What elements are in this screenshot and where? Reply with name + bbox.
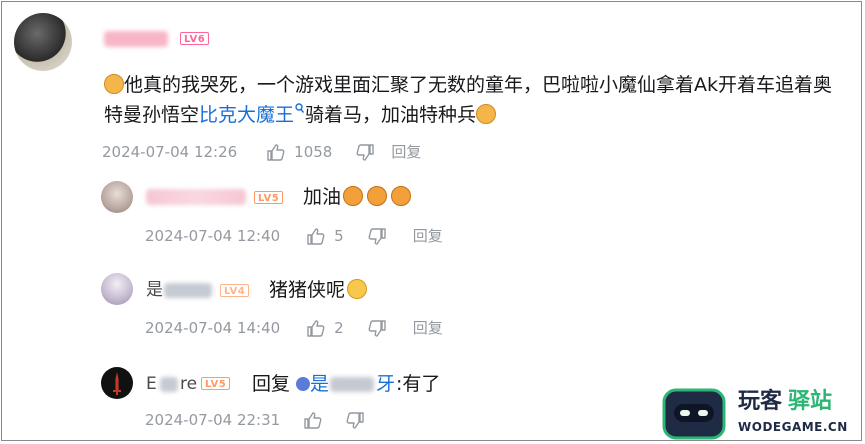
avatar[interactable]	[101, 181, 133, 213]
robot-logo-icon	[662, 388, 726, 440]
comment-meta: 2024-07-04 22:31	[145, 411, 364, 429]
level-badge: LV4	[220, 284, 250, 297]
watermark: 玩客 驿站 WODEGAME.CN	[660, 386, 860, 442]
username[interactable]	[104, 31, 168, 47]
comment-meta: 2024-07-04 14:40 2 回复	[145, 319, 443, 337]
reply-button[interactable]: 回复	[391, 143, 421, 161]
thumbs-up-icon[interactable]	[307, 319, 325, 337]
username[interactable]	[160, 377, 178, 392]
mention-suffix[interactable]: 牙	[376, 369, 395, 399]
comment-date: 2024-07-04 14:40	[145, 319, 281, 337]
mention-name[interactable]	[330, 377, 374, 392]
like-count: 2	[334, 319, 344, 337]
emoji-icon	[391, 186, 412, 206]
search-link[interactable]: 比克大魔王	[199, 103, 305, 126]
comment-meta: 2024-07-04 12:40 5 回复	[145, 227, 443, 245]
thumbs-up-icon[interactable]	[267, 143, 285, 161]
thumbs-down-icon[interactable]	[368, 227, 386, 245]
avatar[interactable]	[101, 273, 133, 305]
dog-emoji-icon	[104, 74, 124, 94]
username-prefix[interactable]: E	[146, 369, 157, 399]
thumbs-down-icon[interactable]	[368, 319, 386, 337]
thumbs-up-icon[interactable]	[304, 411, 322, 429]
mention-prefix[interactable]: 是	[310, 369, 329, 399]
level-badge: LV5	[201, 377, 231, 390]
comment-text: 猪猪侠呢	[269, 275, 368, 305]
watermark-url: WODEGAME.CN	[738, 420, 848, 434]
avatar[interactable]	[14, 13, 72, 71]
username[interactable]	[146, 189, 246, 205]
level-badge: LV5	[254, 191, 284, 204]
reply-button[interactable]: 回复	[413, 319, 443, 337]
comment-text: 他真的我哭死，一个游戏里面汇聚了无数的童年，巴啦啦小魔仙拿着Ak开着车追着奥	[104, 70, 832, 100]
like-count: 1058	[294, 143, 333, 161]
level-badge: LV6	[180, 32, 210, 45]
comment-date: 2024-07-04 12:40	[145, 227, 281, 245]
comment-meta: 2024-07-04 12:26 1058 回复	[102, 143, 421, 161]
watermark-title-a: 玩客	[738, 389, 783, 414]
smirk-emoji-icon	[347, 279, 368, 299]
emoji-icon	[343, 186, 364, 206]
comment-date: 2024-07-04 22:31	[145, 411, 281, 429]
watermark-title-b: 驿站	[788, 389, 833, 414]
dog-emoji-icon	[476, 104, 497, 124]
thumbs-down-icon[interactable]	[356, 143, 375, 161]
thumbs-up-icon[interactable]	[307, 227, 325, 245]
username[interactable]	[164, 283, 212, 298]
sword-icon	[113, 372, 121, 395]
comment-text: 回复	[252, 373, 291, 395]
comment-text: 加油	[303, 182, 412, 212]
like-count: 5	[334, 227, 344, 245]
username-prefix[interactable]: 是	[146, 275, 163, 305]
thumbs-down-icon[interactable]	[346, 411, 364, 429]
username-suffix[interactable]: re	[180, 369, 197, 399]
comment-text-line2: 特曼孙悟空比克大魔王 骑着马，加油特种兵	[104, 100, 497, 130]
comment-date: 2024-07-04 12:26	[102, 143, 238, 161]
emoji-icon	[367, 186, 388, 206]
comment-text: :有了	[396, 373, 441, 395]
reply-button[interactable]: 回复	[413, 227, 443, 245]
search-icon	[295, 103, 305, 113]
avatar[interactable]	[101, 367, 133, 399]
mention-avatar[interactable]	[296, 377, 310, 391]
